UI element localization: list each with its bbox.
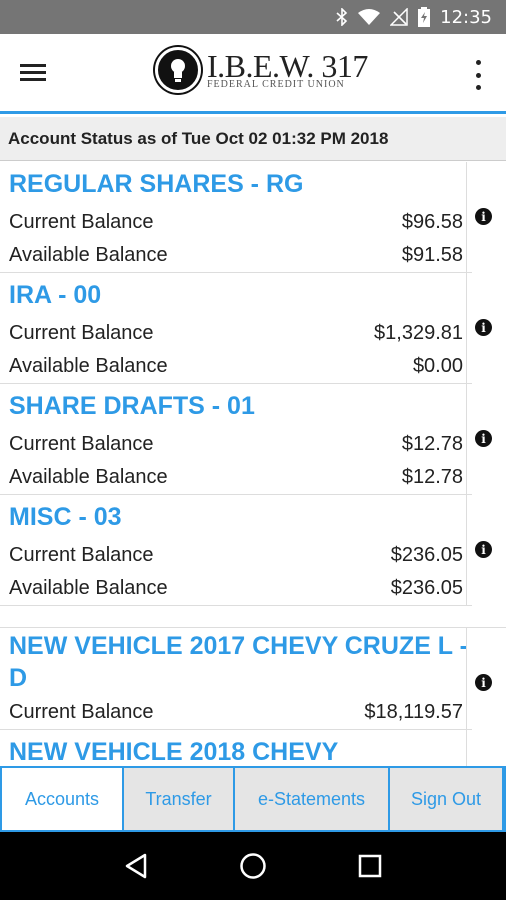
current-balance-value: $236.05 [390, 544, 463, 566]
overflow-menu-icon[interactable] [472, 60, 484, 90]
account-name: SHARE DRAFTS - 01 [9, 392, 255, 420]
info-icon[interactable]: i [475, 208, 492, 225]
logo-subtitle: FEDERAL CREDIT UNION [207, 79, 345, 90]
accounts-list: REGULAR SHARES - RG Current Balance $96.5… [0, 162, 506, 774]
account-card[interactable]: MISC - 03 Current Balance $236.05 Availab… [0, 495, 492, 606]
tab-sign-out[interactable]: Sign Out [390, 768, 502, 830]
current-balance-label: Current Balance [9, 322, 154, 344]
section-divider [0, 606, 506, 628]
info-icon[interactable]: i [475, 319, 492, 336]
account-name: REGULAR SHARES - RG [9, 170, 304, 198]
available-balance-label: Available Balance [9, 577, 168, 599]
current-balance-label: Current Balance [9, 544, 154, 566]
bluetooth-icon [336, 8, 348, 26]
system-nav-bar [0, 832, 506, 900]
account-card[interactable]: REGULAR SHARES - RG Current Balance $96.5… [0, 162, 492, 273]
current-balance-value: $1,329.81 [374, 322, 463, 344]
status-time: 12:35 [440, 6, 492, 28]
current-balance-label: Current Balance [9, 701, 154, 723]
wifi-icon [358, 9, 381, 25]
available-balance-value: $12.78 [401, 466, 463, 488]
logo-title: I.B.E.W. 317 [207, 48, 368, 84]
tab-e-statements[interactable]: e-Statements [235, 768, 388, 830]
available-balance-value: $0.00 [412, 355, 463, 377]
available-balance-value: $236.05 [390, 577, 463, 599]
tab-transfer[interactable]: Transfer [124, 768, 233, 830]
account-status-heading: Account Status as of Tue Oct 02 01:32 PM… [0, 117, 506, 161]
recents-icon[interactable] [350, 846, 390, 886]
available-balance-value: $91.58 [401, 244, 463, 266]
current-balance-label: Current Balance [9, 433, 154, 455]
current-balance-value: $18,119.57 [364, 701, 463, 723]
info-icon[interactable]: i [475, 430, 492, 447]
info-icon[interactable]: i [475, 541, 492, 558]
credit-union-logo: I.B.E.W. 317 FEDERAL CREDIT UNION [155, 47, 368, 93]
available-balance-label: Available Balance [9, 244, 168, 266]
back-icon[interactable] [116, 846, 156, 886]
loan-card[interactable]: NEW VEHICLE 2017 CHEVY CRUZE L - D Curre… [0, 628, 492, 730]
bottom-tab-bar: Accounts Transfer e-Statements Sign Out [0, 766, 506, 832]
info-icon[interactable]: i [475, 674, 492, 691]
account-card[interactable]: SHARE DRAFTS - 01 Current Balance $12.78 … [0, 384, 492, 495]
loan-name: NEW VEHICLE 2017 CHEVY CRUZE L - D [9, 632, 468, 692]
logo-seal-icon [155, 47, 201, 93]
current-balance-label: Current Balance [9, 211, 154, 233]
status-bar: 12:35 [0, 0, 506, 34]
tab-accounts[interactable]: Accounts [2, 768, 122, 830]
home-icon[interactable] [233, 846, 273, 886]
current-balance-value: $12.78 [401, 433, 463, 455]
account-name: MISC - 03 [9, 503, 122, 531]
no-signal-icon [390, 8, 408, 26]
app-bar: I.B.E.W. 317 FEDERAL CREDIT UNION [0, 34, 506, 114]
available-balance-label: Available Balance [9, 466, 168, 488]
hamburger-menu-icon[interactable] [20, 60, 60, 88]
available-balance-label: Available Balance [9, 355, 168, 377]
account-card[interactable]: IRA - 00 Current Balance $1,329.81 Availa… [0, 273, 492, 384]
battery-charging-icon [418, 7, 431, 27]
account-name: IRA - 00 [9, 281, 102, 309]
current-balance-value: $96.58 [401, 211, 463, 233]
